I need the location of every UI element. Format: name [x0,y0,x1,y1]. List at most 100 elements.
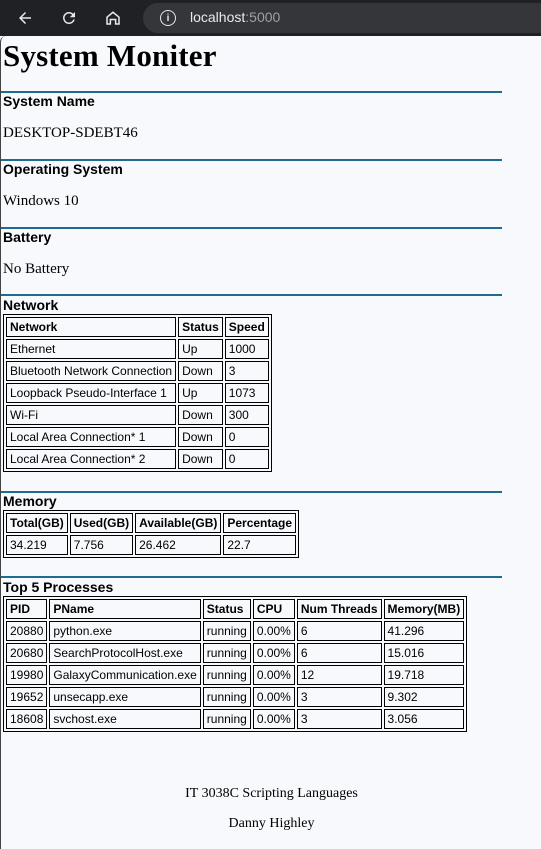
total-gb-column-header: Total(GB) [6,513,68,533]
num-threads-cell: 12 [296,665,382,685]
status-cell: running [202,687,251,707]
operating-system-heading: Operating System [3,161,123,177]
speed-cell: 0 [224,449,269,469]
status-cell: running [202,709,251,729]
table-row: Local Area Connection* 1 Down 0 [6,427,269,447]
num-threads-cell: 3 [296,687,382,707]
num-threads-column-header: Num Threads [296,599,382,619]
table-row: 20880 python.exe running 0.00% 6 41.296 [6,621,465,641]
battery-value: No Battery [3,261,70,277]
num-threads-cell: 3 [296,709,382,729]
network-cell: Wi-Fi [6,405,177,425]
status-column-header: Status [178,317,223,337]
pid-column-header: PID [6,599,48,619]
cpu-cell: 0.00% [252,709,295,729]
address-bar[interactable]: i localhost:5000 [143,3,541,33]
memory-mb-cell: 9.302 [383,687,465,707]
network-cell: Loopback Pseudo-Interface 1 [6,383,177,403]
cpu-cell: 0.00% [252,687,295,707]
pname-cell: GalaxyCommunication.exe [49,665,201,685]
operating-system-value: Windows 10 [3,193,79,209]
pid-cell: 20880 [6,621,48,641]
network-column-header: Network [6,317,177,337]
table-row: Wi-Fi Down 300 [6,405,269,425]
pid-cell: 20680 [6,643,48,663]
used-gb-column-header: Used(GB) [69,513,134,533]
speed-cell: 300 [224,405,269,425]
table-row: Local Area Connection* 2 Down 0 [6,449,269,469]
status-cell: Down [178,361,223,381]
memory-heading: Memory [3,493,57,509]
speed-cell: 1073 [224,383,269,403]
speed-column-header: Speed [224,317,269,337]
pname-cell: unsecapp.exe [49,687,201,707]
url-port: :5000 [245,9,281,25]
divider [1,576,502,578]
memory-mb-cell: 15.016 [383,643,465,663]
page-title: System Moniter [3,38,217,73]
cpu-cell: 0.00% [252,643,295,663]
status-cell: running [202,665,251,685]
table-row: 18608 svchost.exe running 0.00% 3 3.056 [6,709,465,729]
network-table: Network Status Speed Ethernet Up 1000 Blue… [3,314,272,472]
available-gb-column-header: Available(GB) [135,513,222,533]
cpu-cell: 0.00% [252,665,295,685]
num-threads-cell: 6 [296,643,382,663]
system-name-heading: System Name [3,93,95,109]
used-gb-cell: 7.756 [69,535,134,555]
pid-cell: 19652 [6,687,48,707]
divider [1,491,502,493]
processes-heading: Top 5 Processes [3,579,114,595]
table-row: Bluetooth Network Connection Down 3 [6,361,269,381]
percentage-column-header: Percentage [223,513,297,533]
speed-cell: 3 [224,361,269,381]
divider [1,294,502,296]
status-cell: Up [178,383,223,403]
home-icon[interactable] [102,7,124,29]
memory-mb-cell: 3.056 [383,709,465,729]
pname-cell: python.exe [49,621,201,641]
cpu-cell: 0.00% [252,621,295,641]
browser-toolbar: i localhost:5000 [0,0,541,36]
footer-author: Danny Highley [228,816,315,831]
total-gb-cell: 34.219 [6,535,68,555]
table-row: 19980 GalaxyCommunication.exe running 0.00%… [6,665,465,685]
table-row: 19652 unsecapp.exe running 0.00% 3 9.302 [6,687,465,707]
pid-cell: 19980 [6,665,48,685]
status-cell: Down [178,449,223,469]
available-gb-cell: 26.462 [135,535,222,555]
url-host: localhost [190,9,246,25]
speed-cell: 0 [224,427,269,447]
reload-icon[interactable] [58,7,80,29]
table-header-row: PID PName Status CPU Num Threads Memory(… [6,599,465,619]
percentage-cell: 22.7 [223,535,297,555]
network-cell: Local Area Connection* 2 [6,449,177,469]
footer-course: IT 3038C Scripting Languages [185,786,358,801]
info-icon[interactable]: i [160,10,176,26]
table-row: Ethernet Up 1000 [6,339,269,359]
back-arrow-icon[interactable] [14,7,36,29]
network-cell: Local Area Connection* 1 [6,427,177,447]
memory-table: Total(GB) Used(GB) Available(GB) Percent… [3,510,300,558]
status-cell: running [202,621,251,641]
battery-heading: Battery [3,229,52,245]
pname-cell: svchost.exe [49,709,201,729]
divider [1,227,502,229]
network-cell: Bluetooth Network Connection [6,361,177,381]
table-row: 20680 SearchProtocolHost.exe running 0.00% 6… [6,643,465,663]
status-cell: running [202,643,251,663]
network-heading: Network [3,297,59,313]
network-cell: Ethernet [6,339,177,359]
pid-cell: 18608 [6,709,48,729]
table-header-row: Total(GB) Used(GB) Available(GB) Percent… [6,513,297,533]
table-row: Loopback Pseudo-Interface 1 Up 1073 [6,383,269,403]
page-content: System Moniter System Name DESKTOP-SDEBT… [0,36,541,849]
table-row: 34.219 7.756 26.462 22.7 [6,535,297,555]
status-cell: Down [178,427,223,447]
status-cell: Down [178,405,223,425]
cpu-column-header: CPU [252,599,295,619]
system-name-value: DESKTOP-SDEBT46 [3,125,138,141]
status-cell: Up [178,339,223,359]
memory-mb-cell: 19.718 [383,665,465,685]
pname-cell: SearchProtocolHost.exe [49,643,201,663]
